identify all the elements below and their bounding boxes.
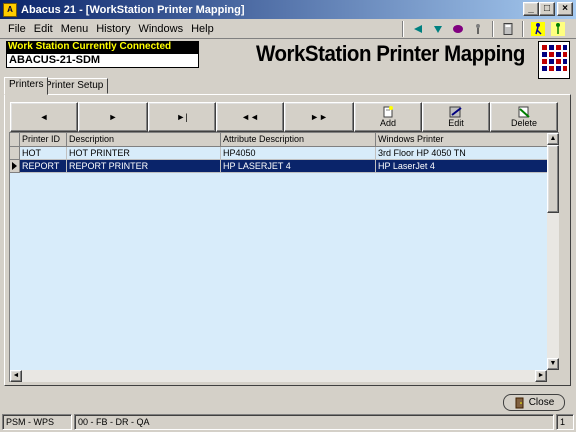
table-row[interactable]: HOT HOT PRINTER HP4050 3rd Floor HP 4050…	[10, 147, 548, 160]
cell-attribute-description[interactable]: HP LASERJET 4	[221, 160, 376, 173]
menu-edit[interactable]: Edit	[30, 23, 57, 35]
pin-icon[interactable]	[468, 20, 488, 38]
toolbar-separator	[402, 21, 404, 37]
edit-icon	[449, 106, 462, 118]
quick-toolbar	[398, 19, 568, 39]
next-record-button[interactable]: ►	[78, 102, 148, 132]
add-document-icon	[383, 106, 393, 118]
toolbar-separator	[492, 21, 494, 37]
column-header-attribute-description[interactable]: Attribute Description	[221, 133, 376, 147]
logoff-person-icon[interactable]	[548, 20, 568, 38]
page-title: WorkStation Printer Mapping	[256, 41, 525, 66]
scroll-up-icon[interactable]: ▲	[547, 133, 559, 145]
grid-corner	[10, 133, 20, 147]
door-exit-icon	[515, 397, 524, 408]
edit-label: Edit	[448, 118, 464, 128]
workstation-value: ABACUS-21-SDM	[6, 53, 199, 68]
column-header-windows-printer[interactable]: Windows Printer	[376, 133, 548, 147]
current-row-indicator-icon	[10, 160, 20, 173]
status-page: 1	[556, 414, 574, 430]
bookmark-icon[interactable]	[448, 20, 468, 38]
delete-button[interactable]: Delete	[490, 102, 558, 132]
title-bar: A Abacus 21 - [WorkStation Printer Mappi…	[0, 0, 576, 19]
app-icon: A	[3, 2, 17, 17]
scrollbar-corner	[547, 370, 559, 382]
column-header-description[interactable]: Description	[67, 133, 221, 147]
scroll-left-icon[interactable]: ◄	[10, 370, 22, 382]
status-codes: 00 - FB - DR - QA	[74, 414, 554, 430]
workstation-label: Work Station Currently Connected	[6, 41, 199, 53]
menu-menu[interactable]: Menu	[57, 23, 93, 35]
add-label: Add	[379, 118, 396, 128]
menu-help[interactable]: Help	[187, 23, 218, 35]
printer-grid: Printer ID Description Attribute Descrip…	[9, 132, 559, 382]
menu-file[interactable]: File	[4, 23, 30, 35]
close-window-button[interactable]: ×	[557, 2, 573, 16]
exit-person-icon[interactable]	[528, 20, 548, 38]
vertical-scrollbar[interactable]: ▲ ▼	[547, 133, 559, 370]
maximize-button[interactable]: □	[539, 2, 555, 16]
cell-printer-id[interactable]: HOT	[20, 147, 67, 160]
down-arrow-icon[interactable]	[428, 20, 448, 38]
next-page-button[interactable]: ►►	[284, 102, 354, 132]
back-arrow-icon[interactable]	[408, 20, 428, 38]
row-indicator	[10, 147, 20, 160]
cell-description[interactable]: HOT PRINTER	[67, 147, 221, 160]
cell-windows-printer[interactable]: HP LaserJet 4	[376, 160, 548, 173]
close-label: Close	[528, 397, 555, 408]
horizontal-scrollbar[interactable]: ◄ ►	[10, 370, 547, 382]
delete-label: Delete	[510, 118, 537, 128]
first-record-button[interactable]: ◄	[10, 102, 78, 132]
scroll-right-icon[interactable]: ►	[535, 370, 547, 382]
tab-printers[interactable]: Printers	[4, 77, 49, 95]
edit-button[interactable]: Edit	[422, 102, 490, 132]
scroll-down-icon[interactable]: ▼	[547, 358, 559, 370]
app-logo	[538, 41, 570, 79]
cell-windows-printer[interactable]: 3rd Floor HP 4050 TN	[376, 147, 548, 160]
vertical-scroll-thumb[interactable]	[547, 145, 559, 213]
table-row-selected[interactable]: REPORT REPORT PRINTER HP LASERJET 4 HP L…	[10, 160, 548, 173]
previous-page-button[interactable]: ◄◄	[216, 102, 284, 132]
menu-history[interactable]: History	[92, 23, 134, 35]
close-button[interactable]: Close	[503, 394, 565, 411]
toolbar-separator	[522, 21, 524, 37]
last-record-button[interactable]: ►|	[148, 102, 216, 132]
cell-attribute-description[interactable]: HP4050	[221, 147, 376, 160]
status-module: PSM - WPS	[2, 414, 72, 430]
cell-printer-id[interactable]: REPORT	[20, 160, 67, 173]
minimize-button[interactable]: _	[523, 2, 539, 16]
tab-printer-setup[interactable]: Printer Setup	[40, 78, 109, 94]
add-button[interactable]: Add	[354, 102, 422, 132]
column-header-printer-id[interactable]: Printer ID	[20, 133, 67, 147]
delete-icon	[518, 106, 530, 118]
window-title: Abacus 21 - [WorkStation Printer Mapping…	[21, 3, 245, 16]
calculator-icon[interactable]	[498, 20, 518, 38]
menu-windows[interactable]: Windows	[134, 23, 187, 35]
cell-description[interactable]: REPORT PRINTER	[67, 160, 221, 173]
